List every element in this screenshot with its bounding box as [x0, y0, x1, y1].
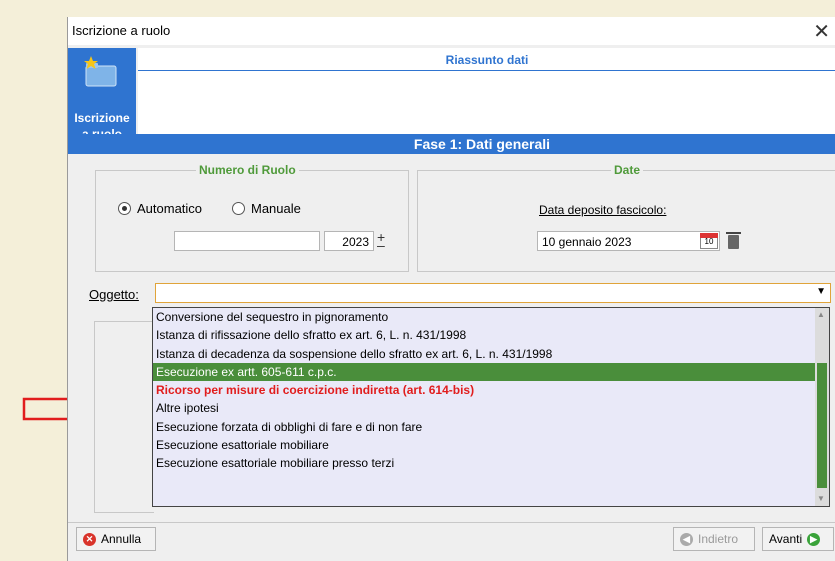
list-item[interactable]: Esecuzione esattoriale mobiliare presso …: [153, 454, 829, 472]
minus-icon[interactable]: –: [377, 238, 385, 252]
list-item-highlighted[interactable]: Ricorso per misure di coercizione indire…: [153, 381, 829, 399]
data-deposito-label: Data deposito fascicolo:: [539, 203, 667, 217]
folder-star-icon: [84, 56, 117, 87]
phase-banner: Fase 1: Dati generali: [68, 134, 835, 154]
scroll-down-icon[interactable]: ▼: [817, 494, 825, 503]
annulla-label: Annulla: [101, 532, 142, 546]
summary-divider: [138, 70, 835, 71]
scroll-up-icon[interactable]: ▲: [817, 310, 825, 319]
sidebar-label-line1: Iscrizione: [74, 111, 130, 125]
oggetto-dropdown-list[interactable]: Conversione del sequestro in pignorament…: [152, 307, 830, 507]
radio-manuale-indicator: [232, 202, 245, 215]
sidebar-item-iscrizione[interactable]: Iscrizione a ruolo: [68, 48, 136, 143]
radio-manuale[interactable]: Manuale: [232, 201, 301, 216]
oggetto-label: Oggetto:: [89, 287, 139, 302]
footer-divider: [68, 522, 835, 523]
list-item[interactable]: Istanza di decadenza da sospensione dell…: [153, 345, 829, 363]
anno-ruolo-input[interactable]: 2023: [324, 231, 374, 251]
numero-ruolo-legend: Numero di Ruolo: [196, 163, 299, 177]
list-item[interactable]: Istanza di rifissazione dello sfratto ex…: [153, 326, 829, 344]
trash-icon[interactable]: [726, 232, 741, 249]
close-icon[interactable]: ✕: [813, 19, 830, 44]
summary-area: Riassunto dati: [138, 48, 835, 143]
back-arrow-icon: ◀: [680, 532, 693, 546]
list-scrollbar[interactable]: ▲ ▼: [815, 308, 829, 506]
list-item[interactable]: Esecuzione esattoriale mobiliare: [153, 436, 829, 454]
radio-automatico-label: Automatico: [137, 201, 203, 216]
window-title: Iscrizione a ruolo: [72, 23, 171, 38]
scroll-thumb[interactable]: [817, 363, 827, 488]
data-deposito-input[interactable]: 10 gennaio 2023: [537, 231, 720, 251]
date-legend: Date: [611, 163, 644, 177]
radio-automatico[interactable]: Automatico: [118, 201, 202, 216]
phase-title: Fase 1: Dati generali: [413, 136, 551, 152]
cancel-icon: ✕: [83, 532, 96, 546]
radio-automatico-indicator: [118, 202, 131, 215]
dialog-window: Iscrizione a ruolo ✕ Iscrizione a ruolo …: [67, 17, 835, 561]
avanti-label: Avanti: [769, 532, 803, 546]
list-item[interactable]: Esecuzione forzata di obblighi di fare e…: [153, 418, 829, 436]
indietro-label: Indietro: [698, 532, 739, 546]
annulla-button[interactable]: ✕ Annulla: [76, 527, 156, 551]
date-group: Date Data deposito fascicolo: 10 gennaio…: [417, 163, 835, 272]
indietro-button[interactable]: ◀ Indietro: [673, 527, 755, 551]
forward-arrow-icon: ▶: [807, 532, 821, 546]
title-bar: Iscrizione a ruolo ✕: [68, 17, 835, 45]
year-stepper[interactable]: + –: [377, 230, 385, 252]
chevron-down-icon[interactable]: ▼: [816, 286, 826, 297]
list-item-selected[interactable]: Esecuzione ex artt. 605-611 c.p.c.: [153, 362, 829, 382]
oggetto-select[interactable]: ▼: [155, 283, 831, 303]
summary-title: Riassunto dati: [445, 53, 529, 67]
calendar-icon[interactable]: 10: [700, 233, 718, 249]
list-item[interactable]: Altre ipotesi: [153, 399, 829, 417]
numero-ruolo-group: Numero di Ruolo Automatico Manuale 2023 …: [95, 163, 409, 272]
numero-ruolo-input[interactable]: [174, 231, 320, 251]
radio-manuale-label: Manuale: [251, 201, 301, 216]
avanti-button[interactable]: Avanti ▶: [762, 527, 834, 551]
list-item[interactable]: Conversione del sequestro in pignorament…: [153, 308, 829, 326]
content-panel: [94, 321, 154, 513]
